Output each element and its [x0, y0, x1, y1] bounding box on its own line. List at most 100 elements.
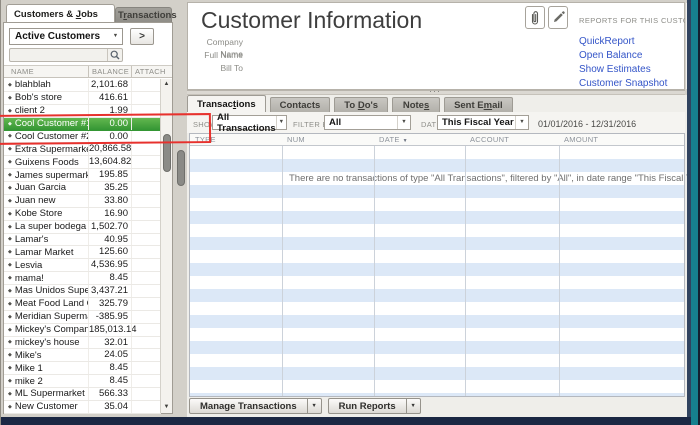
report-link[interactable]: Open Balance [579, 49, 667, 63]
customer-balance: 0.00 [88, 131, 131, 143]
action-button[interactable]: Manage Transactions [189, 398, 308, 414]
column-header-num[interactable]: NUM [287, 135, 305, 144]
customer-name: blahblah [15, 79, 51, 90]
list-item[interactable]: ◆Juan new 33.80 [4, 195, 161, 208]
column-header-account[interactable]: ACCOUNT [470, 135, 509, 144]
list-item[interactable]: ◆Bob's store 416.61 [4, 92, 161, 105]
list-item[interactable]: ◆Kobe Store 16.90 [4, 208, 161, 221]
column-divider [374, 146, 375, 396]
list-item[interactable]: ◆James supermarket 195.85 [4, 169, 161, 182]
edit-customer-button[interactable] [548, 6, 568, 29]
show-value: All Transactions [217, 112, 276, 134]
customer-view-dropdown[interactable]: Active Customers ▼ [9, 28, 123, 45]
transaction-filters: SHOW All Transactions ▼ FILTER BY All ▼ … [187, 112, 685, 133]
customer-balance: 40.95 [88, 234, 131, 246]
customer-attach-cell [131, 234, 161, 246]
expand-diamond-icon: ◆ [8, 339, 12, 345]
column-header-balance[interactable]: BALANCE .. [88, 66, 131, 77]
expand-diamond-icon: ◆ [8, 224, 12, 230]
expand-diamond-icon: ◆ [8, 391, 12, 397]
customer-fields: Company Name Full Name Bill To [188, 36, 243, 75]
list-item[interactable]: ◆Meat Food Land Ce.. 325.79 [4, 298, 161, 311]
customer-name: mama! [15, 273, 44, 284]
chevron-down-icon[interactable]: ▼ [407, 398, 421, 414]
attach-file-button[interactable] [525, 6, 545, 29]
column-header-amount[interactable]: AMOUNT [564, 135, 598, 144]
customer-attach-cell [131, 118, 161, 130]
customer-balance: 1,502.70 [88, 221, 131, 233]
filter-by-dropdown[interactable]: All ▼ [324, 115, 411, 130]
list-item[interactable]: ◆Juan Garcia 35.25 [4, 182, 161, 195]
list-item[interactable]: ◆Cool Customer #2 0.00 [4, 131, 161, 144]
list-item[interactable]: ◆Mike's 24.05 [4, 349, 161, 362]
list-item[interactable]: ◆Meridian Supermarket -385.95 [4, 311, 161, 324]
scroll-down-icon[interactable]: ▼ [161, 402, 172, 413]
reports-heading: REPORTS FOR THIS CUSTOMER [579, 16, 700, 25]
collapse-expand-button[interactable]: > [130, 28, 154, 45]
customer-attach-cell [131, 143, 161, 155]
customer-name: ML Supermarket [15, 388, 85, 399]
left-panel-tab[interactable]: Customers & Jobs [6, 4, 115, 22]
list-item[interactable]: ◆ML Supermarket 566.33 [4, 388, 161, 401]
scrollbar-thumb[interactable] [163, 134, 171, 172]
customer-balance: 566.33 [88, 388, 131, 400]
action-button-group: Run Reports ▼ [328, 398, 421, 414]
customer-balance: 4,536.95 [88, 259, 131, 271]
chevron-down-icon: ▼ [276, 116, 286, 129]
list-item[interactable]: ◆blahblah 2,101.68 [4, 79, 161, 92]
customer-list-scrollbar[interactable]: ▲ ▼ [160, 79, 172, 413]
detail-tab[interactable]: To Do's [334, 97, 388, 112]
list-item[interactable]: ◆Mas Unidos Super.. 3,437.21 [4, 285, 161, 298]
column-header-name[interactable]: NAME [4, 66, 88, 77]
report-link[interactable]: Show Estimates [579, 63, 667, 77]
list-item[interactable]: ◆La super bodega # 24 1,502.70 [4, 221, 161, 234]
report-link[interactable]: Customer Snapshot [579, 77, 667, 91]
list-item[interactable]: ◆mike 2 8.45 [4, 375, 161, 388]
left-panel-tab[interactable]: Transactions [115, 7, 172, 22]
customer-name: Cool Customer #2 [15, 131, 88, 142]
list-item[interactable]: ◆client 2 1.99 [4, 105, 161, 118]
scroll-up-icon[interactable]: ▲ [161, 79, 172, 90]
date-dropdown[interactable]: This Fiscal Year ▼ [437, 115, 529, 130]
list-item[interactable]: ◆Lamar's 40.95 [4, 234, 161, 247]
list-item[interactable]: ◆Cool Customer #1 0.00 [4, 118, 161, 131]
list-item[interactable]: ◆Mickey's Company 185,013.14 [4, 324, 161, 337]
customer-attach-cell [131, 195, 161, 207]
list-item[interactable]: ◆Mike 1 8.45 [4, 362, 161, 375]
list-item[interactable]: ◆Lamar Market 125.60 [4, 246, 161, 259]
customer-balance: 416.61 [88, 92, 131, 104]
panel-splitter-handle[interactable] [177, 150, 185, 186]
report-link[interactable]: QuickReport [579, 35, 667, 49]
customer-name: New Customer [15, 401, 78, 412]
list-item[interactable]: ◆Lesvia 4,536.95 [4, 259, 161, 272]
list-item[interactable]: ◆mickey's house 32.01 [4, 337, 161, 350]
customer-balance: 2,101.68 [88, 79, 131, 91]
customer-name: Lamar's [15, 234, 49, 245]
column-header-attach[interactable]: ATTACH [131, 66, 172, 77]
customer-search-input[interactable] [10, 49, 107, 61]
expand-diamond-icon: ◆ [8, 275, 12, 281]
customer-balance: 3,437.21 [88, 285, 131, 297]
expand-diamond-icon: ◆ [8, 262, 12, 268]
list-item[interactable]: ◆Guixens Foods 13,604.82 [4, 156, 161, 169]
column-header-type[interactable]: TYPE [195, 135, 216, 144]
window-border-right-teal [691, 0, 698, 425]
list-item[interactable]: ◆Extra Supermarket12 20,866.58 [4, 143, 161, 156]
customer-name: James supermarket [15, 170, 88, 181]
detail-tab[interactable]: Notes [392, 97, 440, 112]
customer-balance: 195.85 [88, 169, 131, 181]
detail-tab[interactable]: Transactions [187, 95, 266, 112]
search-button[interactable] [107, 49, 122, 61]
show-dropdown[interactable]: All Transactions ▼ [212, 115, 287, 130]
expand-diamond-icon: ◆ [8, 352, 12, 358]
customer-attach-cell [131, 182, 161, 194]
detail-tab[interactable]: Sent Email [444, 97, 513, 112]
customer-name: Mike's [15, 350, 42, 361]
column-header-date[interactable]: DATE▼ [379, 135, 408, 144]
customer-attach-cell [131, 324, 161, 336]
detail-tab[interactable]: Contacts [270, 97, 331, 112]
list-item[interactable]: ◆mama! 8.45 [4, 272, 161, 285]
chevron-down-icon[interactable]: ▼ [308, 398, 322, 414]
action-button[interactable]: Run Reports [328, 398, 407, 414]
list-item[interactable]: ◆New Customer 35.04 [4, 401, 161, 414]
